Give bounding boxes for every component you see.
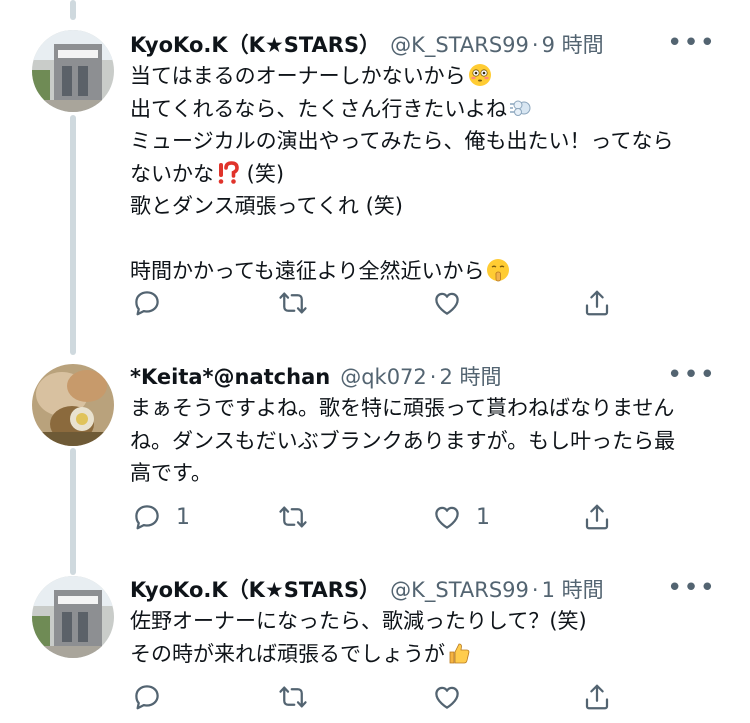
tweet-line: 佐野オーナーになったら、歌減ったりして？(笑) (130, 609, 587, 633)
share-icon (585, 504, 609, 530)
reply-icon (135, 685, 159, 710)
user-handle[interactable]: @K_STARS99 (390, 578, 529, 602)
retweet-button[interactable] (278, 680, 322, 714)
display-name[interactable]: KyoKo.K（K★STARS） (130, 578, 380, 602)
tweet-line: 出てくれるなら、たくさん行きたいよね (130, 96, 507, 121)
tweet-header: *Keita*@natchan @qk072 · 2 時間 ••• (130, 360, 720, 394)
tweet-line: ミュージカルの演出やってみたら、俺も出たい！ってなら (130, 129, 674, 153)
tweet-line: 当てはまるのオーナーしかないから (130, 64, 466, 88)
share-button[interactable] (582, 286, 612, 320)
like-button[interactable]: 1 (432, 500, 490, 534)
display-name[interactable]: KyoKo.K（K★STARS） (130, 33, 380, 57)
user-handle[interactable]: @qk072 (340, 365, 427, 389)
reply-button[interactable]: 1 (132, 500, 190, 534)
avatar[interactable] (32, 576, 114, 658)
retweet-icon (279, 686, 307, 708)
tweet[interactable]: KyoKo.K（K★STARS） @K_STARS99 · 1 時間 ••• 佐野オー… (0, 573, 750, 723)
tweet-line: ね。ダンスもだいぶブランクありますが。もし叶ったら最 (130, 428, 676, 453)
thumbs-up-icon (449, 643, 470, 663)
tweet[interactable]: KyoKo.K（K★STARS） @K_STARS99 · 9 時間 ••• 当てはま… (0, 28, 750, 328)
timestamp[interactable]: 9 時間 (542, 33, 604, 57)
like-button[interactable] (432, 286, 476, 320)
reply-icon (135, 291, 159, 316)
reply-icon (135, 505, 159, 530)
tweet-line: 歌とダンス頑張ってくれ (笑) (130, 194, 403, 218)
more-icon[interactable]: ••• (667, 28, 716, 58)
timestamp[interactable]: 2 時間 (439, 365, 501, 389)
tweet-line: その時が来れば頑張るでしょうが (130, 641, 445, 666)
tweet-text: まぁそうですよね。歌を特に頑張って貰わねばなりません ね。ダンスもだいぶブランク… (130, 392, 720, 490)
retweet-button[interactable] (278, 286, 322, 320)
exclamation-question-mark-icon (218, 160, 239, 184)
tweet-text: 当てはまるのオーナーしかないから 出てくれるなら、たくさん行きたいよね ミュージ… (130, 60, 720, 288)
avatar[interactable] (32, 364, 114, 446)
thread-line-top (70, 0, 76, 20)
dashing-away-icon (509, 100, 531, 116)
tweet-header: KyoKo.K（K★STARS） @K_STARS99 · 9 時間 ••• (130, 28, 720, 62)
share-icon (585, 290, 609, 316)
reply-button[interactable] (132, 680, 176, 714)
tweet-actions (130, 286, 730, 320)
retweet-icon (279, 506, 307, 528)
like-button[interactable] (432, 680, 476, 714)
separator-dot: · (531, 578, 539, 602)
like-count: 1 (476, 504, 490, 530)
tweet-line: まぁそうですよね。歌を特に頑張って貰わねばなりません (130, 396, 675, 420)
shushing-face-icon (487, 259, 510, 282)
retweet-icon (279, 292, 307, 314)
more-icon[interactable]: ••• (667, 360, 716, 390)
tweet-header: KyoKo.K（K★STARS） @K_STARS99 · 1 時間 ••• (130, 573, 720, 607)
like-icon (435, 506, 459, 529)
tweet-line: ないかな (130, 161, 214, 186)
share-button[interactable] (582, 500, 612, 534)
like-icon (435, 686, 459, 709)
tweet-line: (笑) (240, 161, 285, 186)
retweet-button[interactable] (278, 500, 322, 534)
user-handle[interactable]: @K_STARS99 (390, 33, 529, 57)
share-icon (585, 684, 609, 710)
like-icon (435, 292, 459, 315)
display-name[interactable]: *Keita*@natchan (130, 365, 330, 389)
tweet-line: 時間かかっても遠征より全然近いから (130, 259, 485, 283)
tweet-actions: 1 1 (130, 500, 730, 534)
share-button[interactable] (582, 680, 612, 714)
more-icon[interactable]: ••• (667, 573, 716, 603)
tweet-text: 佐野オーナーになったら、歌減ったりして？(笑) その時が来れば頑張るでしょうが (130, 605, 720, 670)
avatar[interactable] (32, 30, 114, 112)
separator-dot: · (531, 33, 539, 57)
flushed-face-icon (468, 64, 491, 86)
reply-button[interactable] (132, 286, 176, 320)
timestamp[interactable]: 1 時間 (542, 578, 604, 602)
tweet-actions (130, 680, 730, 714)
tweet-line: 高です。 (130, 461, 212, 485)
reply-count: 1 (176, 504, 190, 530)
tweet[interactable]: *Keita*@natchan @qk072 · 2 時間 ••• まぁそうですよね。… (0, 360, 750, 560)
separator-dot: · (429, 365, 437, 389)
